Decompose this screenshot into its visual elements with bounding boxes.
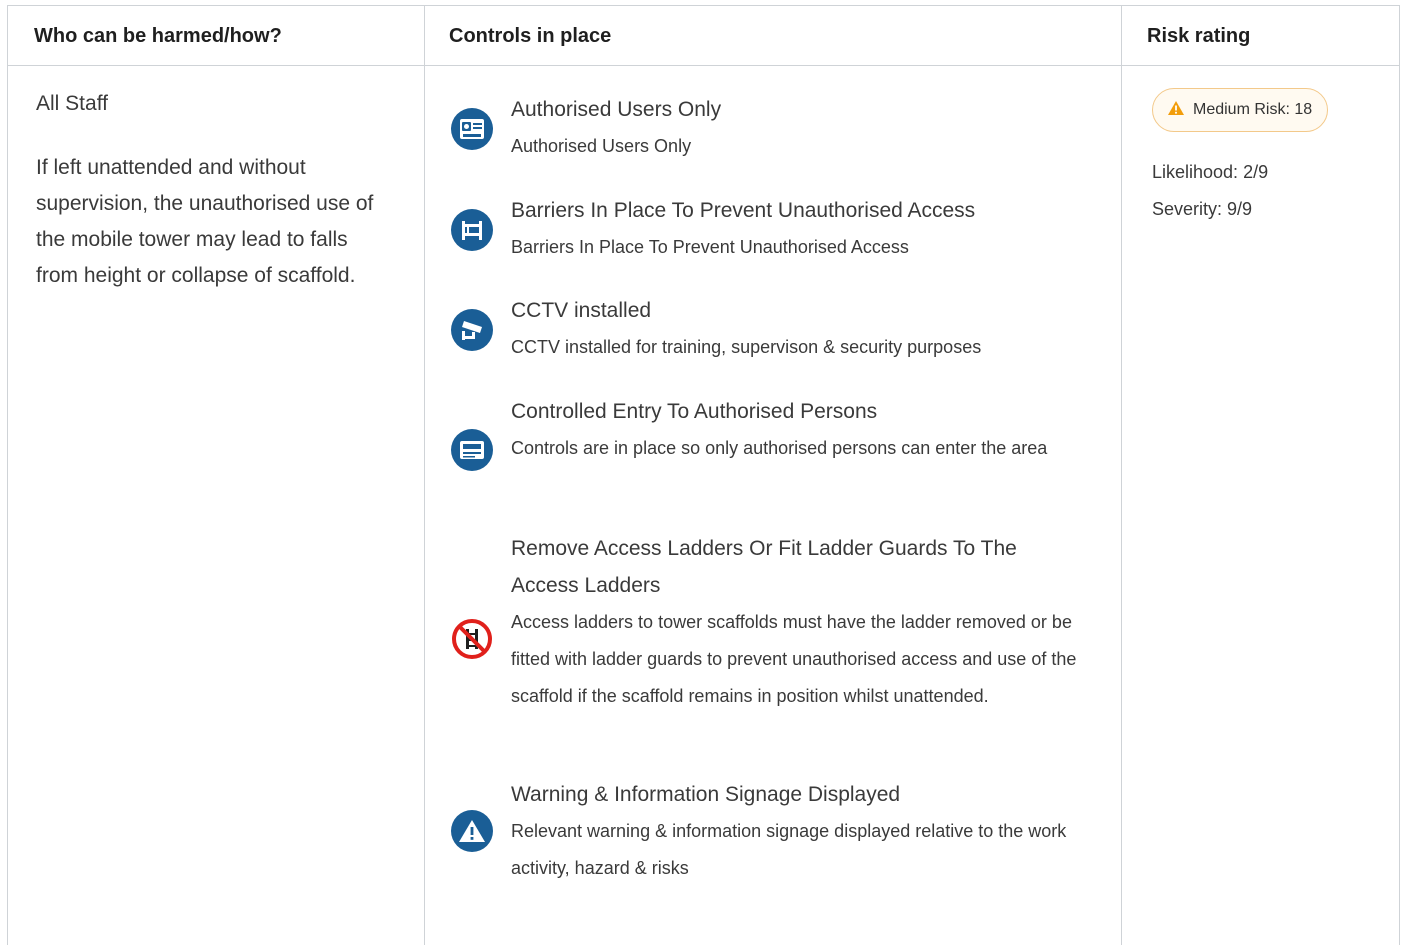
control-item: Barriers In Place To Prevent Unauthorise… [511, 192, 1081, 266]
control-description: Access ladders to tower scaffolds must h… [511, 612, 1077, 706]
warning-triangle-icon [1167, 100, 1185, 121]
control-title: Barriers In Place To Prevent Unauthorise… [511, 199, 976, 222]
control-description: Relevant warning & information signage d… [511, 821, 1067, 878]
control-item: Warning & Information Signage Displayed … [511, 776, 1081, 887]
cctv-camera-icon [451, 309, 493, 351]
pass-icon [451, 429, 493, 471]
control-title: CCTV installed [511, 299, 652, 322]
control-title: Remove Access Ladders Or Fit Ladder Guar… [511, 537, 1017, 597]
column-divider [1121, 6, 1122, 945]
control-item: CCTV installed CCTV installed for traini… [511, 292, 1081, 366]
control-description: Authorised Users Only [511, 136, 692, 156]
likelihood-value: Likelihood: 2/9 [1152, 162, 1269, 182]
control-title: Warning & Information Signage Displayed [511, 783, 901, 806]
harmed-group: All Staff [36, 92, 108, 115]
column-divider [424, 6, 425, 945]
header-risk: Risk rating [1147, 25, 1251, 47]
control-item: Authorised Users Only Authorised Users O… [511, 91, 1081, 165]
control-description: CCTV installed for training, supervison … [511, 337, 982, 357]
severity-value: Severity: 9/9 [1152, 199, 1253, 219]
control-item: Controlled Entry To Authorised Persons C… [511, 393, 1081, 467]
control-description: Controls are in place so only authorised… [511, 438, 1048, 458]
barrier-icon [451, 209, 493, 251]
control-description: Barriers In Place To Prevent Unauthorise… [511, 237, 909, 257]
header-controls: Controls in place [449, 25, 612, 47]
harm-description: If left unattended and without supervisi… [36, 156, 374, 287]
risk-badge-label: Medium Risk: 18 [1193, 101, 1313, 118]
risk-badge: Medium Risk: 18 [1152, 88, 1329, 132]
control-title: Controlled Entry To Authorised Persons [511, 400, 878, 423]
no-ladder-access-icon [451, 618, 493, 660]
table-header-row: Who can be harmed/how? Controls in place… [8, 6, 1399, 66]
control-title: Authorised Users Only [511, 98, 722, 121]
header-who: Who can be harmed/how? [34, 25, 282, 47]
warning-sign-icon [451, 810, 493, 852]
control-item: Remove Access Ladders Or Fit Ladder Guar… [511, 530, 1081, 715]
pass-card-icon [451, 108, 493, 150]
